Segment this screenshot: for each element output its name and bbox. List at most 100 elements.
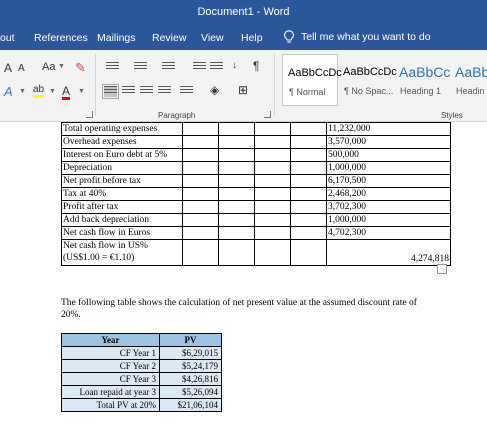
row-value: 500,000 [326, 148, 451, 162]
highlight-button[interactable]: ab [33, 85, 45, 98]
row-label: Profit after tax [61, 200, 183, 214]
chevron-down-icon: ▼ [58, 63, 65, 70]
table-row: Loan repaid at year 3 $5,26,094 [61, 385, 222, 399]
empty-cell [290, 200, 327, 214]
pv-label: CF Year 2 [61, 359, 160, 373]
pv-value: $5,26,094 [159, 385, 222, 399]
paragraph-group-label: Paragraph [158, 111, 196, 120]
text-effects-button[interactable]: A [4, 85, 13, 98]
empty-cell [218, 161, 255, 175]
row-label: Add back depreciation [61, 213, 183, 227]
empty-cell [218, 226, 255, 240]
style-normal[interactable]: AaBbCcDc ¶ Normal [282, 54, 342, 106]
table-header: Year [61, 333, 160, 347]
shrink-font-button[interactable]: A [18, 64, 25, 74]
empty-cell [254, 148, 291, 162]
table-row: Total operating expenses 11,232,000 [61, 122, 451, 136]
style-sample: AaBbCc [399, 64, 451, 80]
align-left-icon[interactable] [102, 84, 119, 99]
row-label: Depreciation [61, 161, 183, 175]
table-row: Total PV at 20% $21,06,104 [61, 398, 222, 412]
empty-cell [290, 213, 327, 227]
empty-cell [254, 239, 291, 266]
empty-cell [254, 226, 291, 240]
grow-font-button[interactable]: A [4, 62, 12, 74]
empty-cell [218, 187, 255, 201]
row-value: 11,232,000 [326, 122, 451, 136]
empty-cell [254, 135, 291, 149]
borders-icon[interactable]: ⊞ [238, 84, 248, 96]
font-dialog-launcher-icon[interactable] [86, 111, 93, 118]
tab-review[interactable]: Review [152, 32, 186, 44]
style-name: ¶ Normal [289, 87, 326, 97]
table-row: Interest on Euro debt at 5% 500,000 [61, 148, 451, 162]
shading-icon[interactable]: ◈ [210, 84, 219, 96]
group-divider [95, 54, 96, 116]
table-row: Net cash flow in US% (US$1.00 = €1.10) 4,2… [61, 239, 451, 266]
title-bar: Document1 - Word [0, 0, 487, 26]
table-row: CF Year 3 $4,26,816 [61, 372, 222, 386]
row-label: Total operating expenses [61, 122, 183, 136]
empty-cell [290, 135, 327, 149]
empty-cell [290, 226, 327, 240]
increase-indent-icon[interactable] [210, 62, 223, 73]
show-formatting-icon[interactable]: ¶ [253, 60, 259, 72]
empty-cell [254, 213, 291, 227]
row-value: 3,570,000 [326, 135, 451, 149]
tab-layout[interactable]: out [0, 32, 15, 44]
empty-cell [218, 135, 255, 149]
document-page[interactable]: Total operating expenses 11,232,000 Overhe… [0, 122, 487, 428]
empty-cell [254, 174, 291, 188]
table-header: PV [159, 333, 222, 347]
row-value: 1,000,000 [326, 161, 451, 175]
decrease-indent-icon[interactable] [193, 62, 206, 73]
tab-references[interactable]: References [34, 32, 88, 44]
empty-cell [290, 174, 327, 188]
style-heading-1[interactable]: AaBbCc Heading 1 [394, 54, 450, 106]
row-label: Net cash flow in Euros [61, 226, 183, 240]
sort-icon[interactable]: ↓ [232, 61, 237, 71]
line-spacing-icon[interactable] [180, 86, 193, 97]
style-sample: AaBbCcDc [343, 66, 397, 78]
style-no-spacing[interactable]: AaBbCcDc ¶ No Spac... [338, 54, 397, 106]
bullets-icon[interactable] [106, 62, 119, 73]
row-label: Interest on Euro debt at 5% [61, 148, 183, 162]
empty-cell [254, 200, 291, 214]
empty-cell [218, 213, 255, 227]
empty-cell [182, 174, 219, 188]
empty-cell [182, 122, 219, 136]
clear-formatting-icon[interactable]: ✎ [75, 61, 86, 74]
pv-label: Total PV at 20% [61, 398, 160, 412]
cash-flow-table: Total operating expenses 11,232,000 Overhe… [61, 122, 451, 266]
empty-cell [290, 161, 327, 175]
ribbon-tabs: out References Mailings Review View Help… [0, 26, 487, 50]
tab-view[interactable]: View [201, 32, 224, 44]
justify-icon[interactable] [158, 86, 171, 97]
empty-cell [182, 161, 219, 175]
table-row: Depreciation 1,000,000 [61, 161, 451, 175]
pv-value: $5,24,179 [159, 359, 222, 373]
row-value: 3,702,300 [326, 200, 451, 214]
tab-help[interactable]: Help [241, 32, 263, 44]
font-color-button[interactable]: A [62, 85, 71, 100]
group-divider [274, 54, 275, 116]
tell-me-box[interactable]: Tell me what you want to do [283, 30, 431, 44]
tell-me-text: Tell me what you want to do [301, 31, 431, 43]
tab-mailings[interactable]: Mailings [97, 32, 136, 44]
empty-cell [218, 174, 255, 188]
paragraph-dialog-launcher-icon[interactable] [264, 111, 271, 118]
change-case-button[interactable]: Aa [42, 62, 55, 73]
pv-value: $21,06,104 [159, 398, 222, 412]
align-center-icon[interactable] [122, 86, 135, 97]
document-canvas: Total operating expenses 11,232,000 Overhe… [0, 122, 487, 428]
row-value: 4,702,300 [326, 226, 451, 240]
pv-label: CF Year 1 [61, 346, 160, 360]
table-row: CF Year 2 $5,24,179 [61, 359, 222, 373]
multilevel-list-icon[interactable] [162, 62, 175, 73]
empty-cell [182, 200, 219, 214]
row-label: Net cash flow in US% (US$1.00 = €1.10) [61, 239, 183, 266]
style-heading-2[interactable]: AaBbCc Headin [450, 54, 487, 106]
table-resize-handle[interactable] [437, 264, 447, 274]
align-right-icon[interactable] [140, 86, 153, 97]
numbering-icon[interactable] [134, 62, 147, 73]
